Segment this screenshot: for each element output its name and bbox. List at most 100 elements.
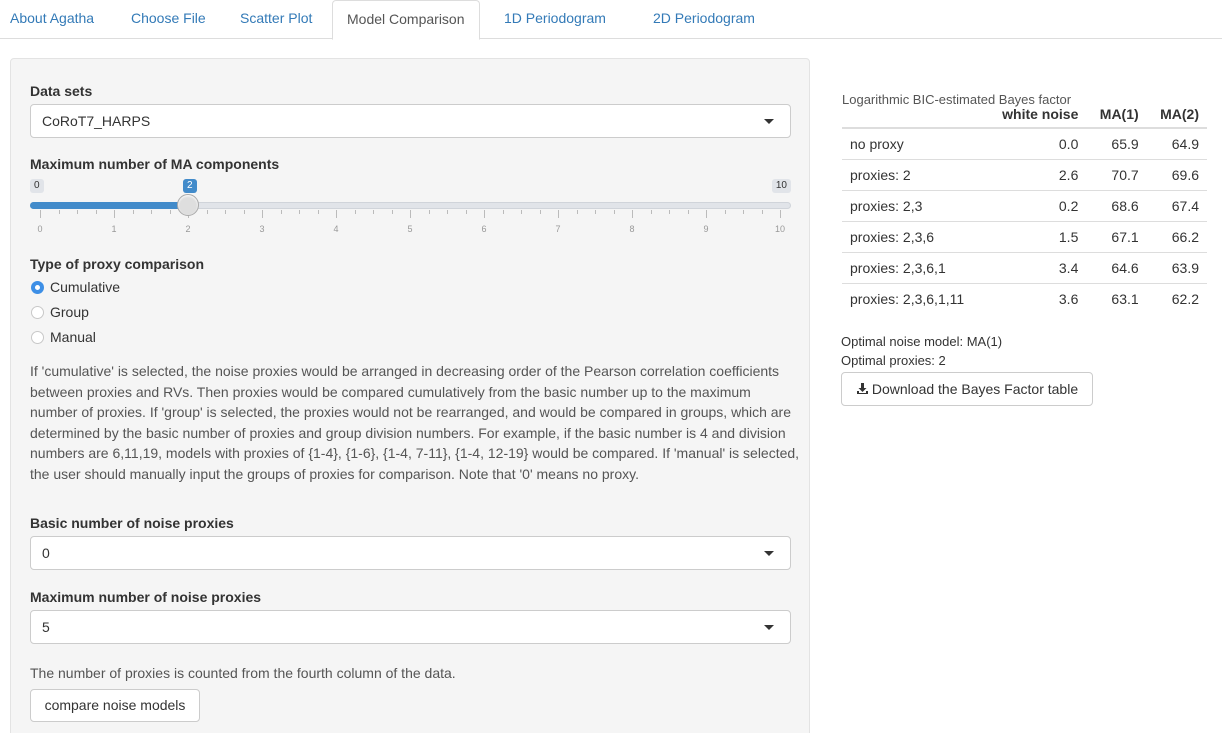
table-cell: 63.1 (1086, 282, 1147, 314)
table-row: no proxy 0.0 65.9 64.9 (842, 127, 1207, 159)
slider-tick-label: 7 (555, 224, 561, 234)
slider-min: 0 (30, 179, 44, 193)
table-cell: 68.6 (1086, 189, 1147, 221)
slider-minor-tick (317, 210, 319, 214)
slider-minor-tick (299, 210, 300, 214)
tab-choose-file[interactable]: Choose File (121, 0, 216, 39)
table-cell: 63.9 (1146, 251, 1207, 283)
table-cell: proxies: 2 (842, 158, 986, 190)
slider-minor-tick (502, 210, 504, 214)
max-proxies-select[interactable]: 5 (30, 610, 791, 644)
table-cell: proxies: 2,3 (842, 189, 986, 221)
slider-minor-tick (132, 210, 134, 214)
caret-down-icon (764, 551, 774, 556)
radio-label: Group (50, 304, 89, 320)
slider-tick (558, 210, 559, 218)
radio-dot (31, 281, 44, 294)
slider-tick-label: 9 (703, 224, 709, 234)
slider-tick-label: 0 (37, 224, 43, 234)
slider-tick-label: 5 (407, 224, 413, 234)
tab-model-comparison[interactable]: Model Comparison (332, 0, 480, 40)
table-cell: proxies: 2,3,6,1 (842, 251, 986, 283)
tab-bar: About Agatha Choose File Scatter Plot Mo… (0, 0, 1222, 40)
slider-minor-tick (225, 210, 226, 214)
proxy-description: If 'cumulative' is selected, the noise p… (30, 363, 800, 482)
table-cell: 67.4 (1146, 189, 1207, 221)
slider-tick (40, 210, 41, 218)
table-cell: 1.5 (985, 220, 1087, 252)
slider-minor-tick (169, 210, 171, 214)
max-proxies-value: 5 (42, 619, 50, 635)
slider-minor-tick (151, 210, 152, 214)
slider-minor-tick (58, 210, 60, 214)
table-cell: 3.4 (985, 251, 1087, 283)
slider-minor-tick (576, 210, 578, 214)
table-header: MA(2) (1146, 96, 1207, 129)
radio-dot (31, 331, 44, 344)
slider-minor-tick (243, 210, 245, 214)
table-cell: 70.7 (1086, 158, 1147, 190)
table-header (842, 96, 986, 129)
table-row: proxies: 2,3,6,1 3.4 64.6 63.9 (842, 251, 1207, 283)
slider-handle[interactable] (177, 194, 199, 216)
slider-minor-tick (465, 210, 467, 214)
slider-minor-tick (724, 210, 726, 214)
ma-slider-label: Maximum number of MA components (30, 156, 280, 172)
slider-minor-tick (354, 210, 356, 214)
radio-label: Manual (50, 329, 96, 345)
slider-minor-tick (613, 210, 615, 214)
slider-minor-tick (391, 210, 393, 214)
table-cell: 0.2 (985, 189, 1087, 221)
table-cell: no proxy (842, 127, 986, 159)
tab-2d-periodogram[interactable]: 2D Periodogram (643, 0, 765, 39)
settings-panel: Data sets CoRoT7_HARPS Maximum number of… (10, 58, 810, 733)
slider-tick-label: 6 (481, 224, 487, 234)
tab-about-agatha[interactable]: About Agatha (0, 0, 104, 39)
basic-proxies-value: 0 (42, 545, 50, 561)
slider-tick-label: 1 (111, 224, 117, 234)
slider-tick (410, 210, 411, 218)
slider-tick (706, 210, 707, 218)
slider-minor-tick (595, 210, 596, 214)
tab-1d-periodogram[interactable]: 1D Periodogram (494, 0, 616, 39)
slider-tick (780, 210, 781, 218)
slider-minor-tick (521, 210, 522, 214)
slider-minor-tick (95, 210, 97, 214)
slider-minor-tick (373, 210, 374, 214)
table-cell: proxies: 2,3,6 (842, 220, 986, 252)
table-row: proxies: 2 2.6 70.7 69.6 (842, 158, 1207, 190)
slider-minor-tick (761, 210, 763, 214)
slider-bar (30, 202, 188, 209)
max-proxies-label: Maximum number of noise proxies (30, 589, 262, 605)
slider-tick-label: 2 (185, 224, 191, 234)
slider-minor-tick (428, 210, 430, 214)
slider-tick (262, 210, 263, 218)
download-bayes-table-button[interactable]: Download the Bayes Factor table (841, 372, 1093, 406)
datasets-select[interactable]: CoRoT7_HARPS (30, 104, 791, 138)
table-cell: 0.0 (985, 127, 1087, 159)
table-cell: 64.9 (1146, 127, 1207, 159)
table-cell: 2.6 (985, 158, 1087, 190)
table-cell: proxies: 2,3,6,1,11 (842, 282, 986, 314)
slider-tick-label: 3 (259, 224, 265, 234)
basic-proxies-select[interactable]: 0 (30, 536, 791, 570)
slider-minor-tick (669, 210, 670, 214)
basic-proxies-label: Basic number of noise proxies (30, 515, 234, 531)
optimal-proxies-text: Optimal proxies: 2 (841, 353, 946, 368)
caret-down-icon (764, 625, 774, 630)
compare-noise-models-button[interactable]: compare noise models (30, 689, 200, 722)
table-row: proxies: 2,3,6 1.5 67.1 66.2 (842, 220, 1207, 252)
tab-scatter-plot[interactable]: Scatter Plot (230, 0, 322, 39)
ma-slider[interactable]: 0 2 10 0 1 2 3 4 5 6 7 8 9 10 (30, 177, 791, 237)
slider-tick (484, 210, 485, 218)
bayes-factor-table: white noise MA(1) MA(2) no proxy 0.0 65.9 6… (842, 96, 1207, 314)
slider-minor-tick (280, 210, 282, 214)
datasets-label: Data sets (30, 83, 93, 99)
optimal-model-text: Optimal noise model: MA(1) (841, 334, 1003, 349)
table-row: proxies: 2,3 0.2 68.6 67.4 (842, 189, 1207, 221)
table-cell: 69.6 (1146, 158, 1207, 190)
table-header: white noise (985, 96, 1087, 129)
caret-down-icon (764, 119, 774, 124)
slider-minor-tick (539, 210, 541, 214)
download-icon (856, 383, 868, 394)
